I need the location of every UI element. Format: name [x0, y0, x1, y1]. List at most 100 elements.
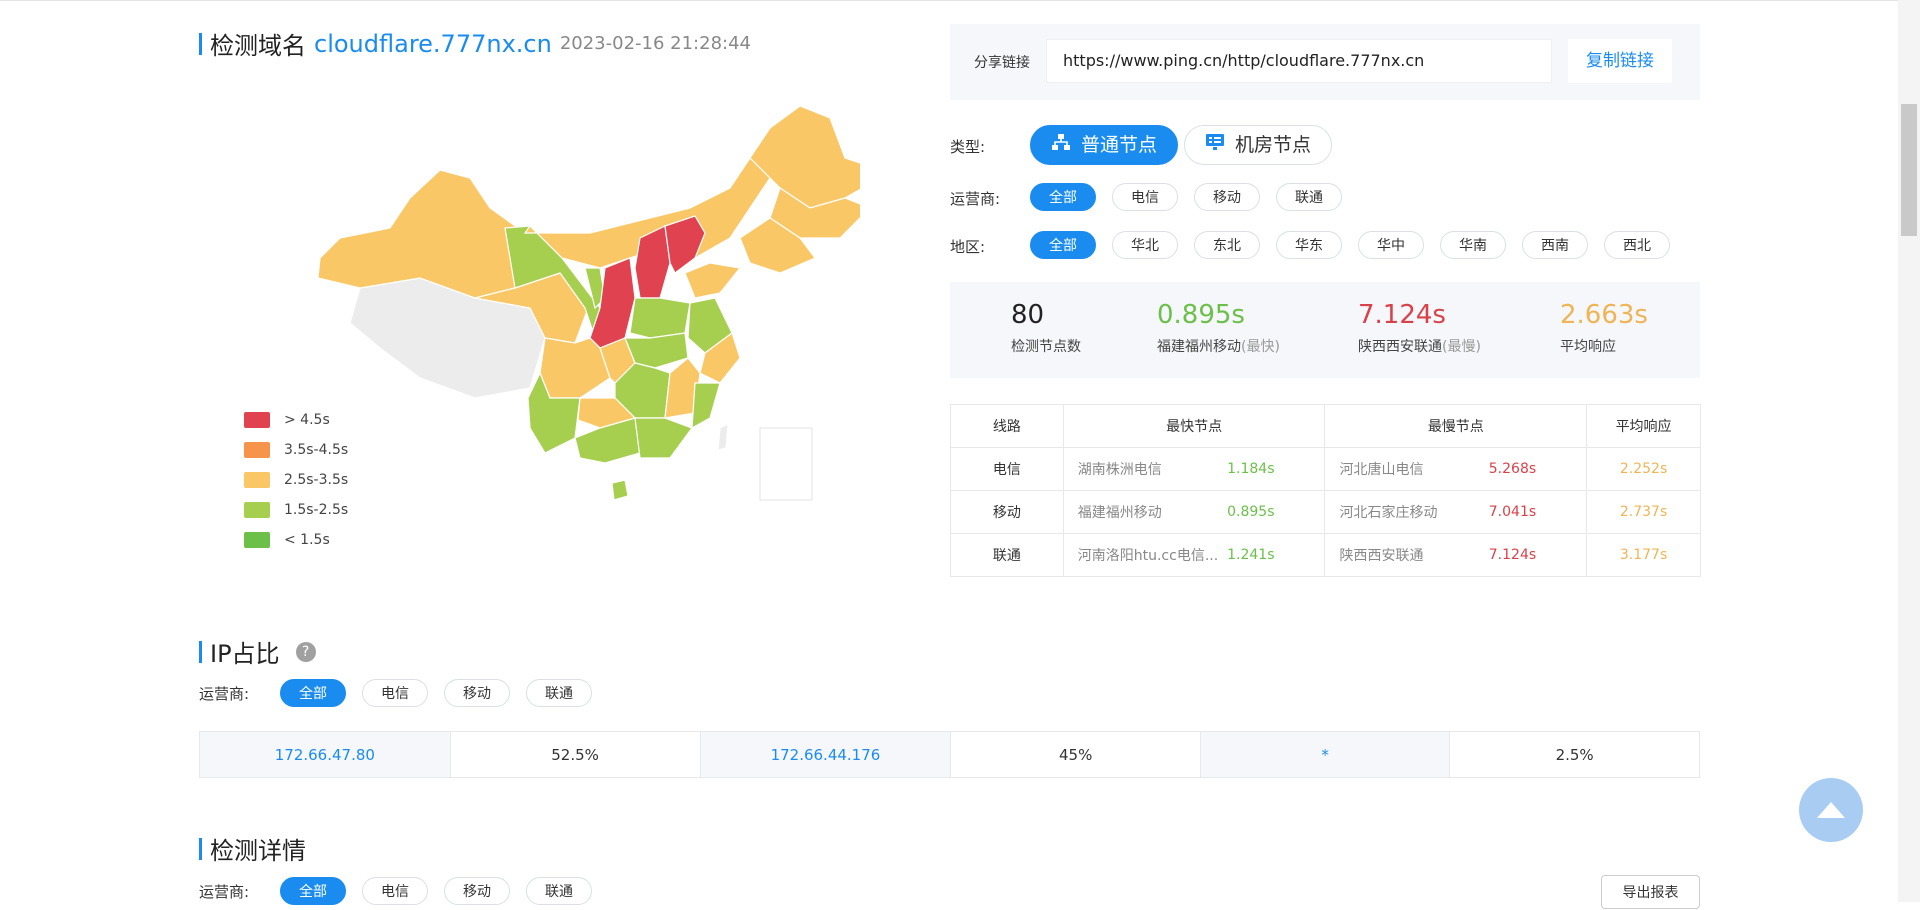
- isp-filter-unicom[interactable]: 联通: [1276, 183, 1342, 211]
- row-line: 电信: [950, 447, 1064, 491]
- detail-isp-filter-telecom[interactable]: 电信: [362, 877, 428, 905]
- ip-address-cell[interactable]: 172.66.47.80: [199, 731, 451, 778]
- top-divider: [0, 0, 1920, 1]
- region-filter-north[interactable]: 华北: [1112, 231, 1178, 259]
- col-header-average: 平均响应: [1586, 404, 1701, 448]
- isp-filter-telecom[interactable]: 电信: [1112, 183, 1178, 211]
- table-row: 电信 湖南株洲电信 1.184s 河北唐山电信 5.268s 2.252s: [950, 447, 1701, 491]
- ip-address-cell[interactable]: *: [1199, 731, 1451, 778]
- domain-name: cloudflare.777nx.cn: [314, 29, 552, 58]
- legend-item-lt1_5: < 1.5s: [244, 525, 348, 555]
- section-accent-bar: [199, 640, 202, 663]
- map-region-hebei: [664, 215, 706, 274]
- legend-label: 1.5s-2.5s: [284, 502, 349, 518]
- section-accent-bar: [199, 837, 202, 860]
- map-region-henan: [629, 297, 691, 339]
- stat-node-count: 80 检测节点数: [1011, 300, 1081, 356]
- ip-isp-filter-unicom[interactable]: 联通: [526, 679, 592, 707]
- type-normal-node-button[interactable]: 普通节点: [1030, 125, 1179, 165]
- slowest-node-label: 陕西西安联通: [1358, 339, 1442, 355]
- fastest-node-time: 1.241s: [1227, 547, 1275, 563]
- slowest-node-name: 河北唐山电信: [1339, 462, 1424, 478]
- map-region-guangdong: [634, 417, 693, 459]
- fastest-tag: (最快): [1241, 339, 1280, 355]
- back-to-top-button[interactable]: [1799, 778, 1863, 842]
- fastest-node-name: 河南洛阳htu.cc电信...: [1077, 548, 1219, 564]
- ip-isp-filter-telecom[interactable]: 电信: [362, 679, 428, 707]
- help-icon[interactable]: ?: [295, 641, 316, 662]
- region-filter-south[interactable]: 华南: [1440, 231, 1506, 259]
- share-label: 分享链接: [974, 55, 1030, 71]
- ip-share-table: 172.66.47.80 52.5% 172.66.44.176 45% * 2…: [199, 731, 1700, 778]
- slowest-tag: (最慢): [1442, 339, 1481, 355]
- fastest-value: 0.895s: [1157, 300, 1245, 330]
- hierarchy-icon: [1051, 125, 1071, 165]
- region-filter-southwest[interactable]: 西南: [1522, 231, 1588, 259]
- legend-item-3_5-4_5: 3.5s-4.5s: [244, 435, 348, 465]
- isp-filter-mobile[interactable]: 移动: [1194, 183, 1260, 211]
- row-line: 移动: [950, 490, 1064, 534]
- detail-section-heading: 检测详情: [210, 837, 306, 865]
- legend-label: > 4.5s: [284, 412, 330, 428]
- row-average: 2.737s: [1586, 490, 1701, 534]
- region-filter-northeast[interactable]: 东北: [1194, 231, 1260, 259]
- ip-isp-filter-all[interactable]: 全部: [280, 679, 346, 707]
- region-filter-all[interactable]: 全部: [1030, 231, 1096, 259]
- ip-section-title: IP占比 ?: [199, 634, 316, 669]
- table-row: 联通 河南洛阳htu.cc电信... 1.241s 陕西西安联通 7.124s 3.…: [950, 533, 1701, 577]
- table-header-row: 线路 最快节点 最慢节点 平均响应: [950, 404, 1701, 448]
- col-header-fastest: 最快节点: [1062, 404, 1326, 448]
- fastest-node-name: 福建福州移动: [1077, 505, 1162, 521]
- region-filter-east[interactable]: 华东: [1276, 231, 1342, 259]
- detail-isp-label: 运营商:: [199, 883, 250, 901]
- ip-isp-filter-mobile[interactable]: 移动: [444, 679, 510, 707]
- region-filter-northwest[interactable]: 西北: [1604, 231, 1670, 259]
- monitor-icon: [1205, 125, 1225, 165]
- legend-swatch: [244, 412, 270, 428]
- map-region-fujian: [691, 382, 721, 430]
- detail-isp-filter-mobile[interactable]: 移动: [444, 877, 510, 905]
- map-legend: > 4.5s 3.5s-4.5s 2.5s-3.5s 1.5s-2.5s < 1…: [244, 405, 348, 555]
- ip-address-cell[interactable]: 172.66.44.176: [699, 731, 952, 778]
- fastest-node-label: 福建福州移动: [1157, 339, 1241, 355]
- map-region-taiwan: [717, 422, 729, 451]
- stat-slowest: 7.124s 陕西西安联通(最慢): [1358, 300, 1481, 356]
- slowest-value: 7.124s: [1358, 300, 1446, 330]
- page-title: 检测域名 cloudflare.777nx.cn 2023-02-16 21:2…: [199, 26, 751, 61]
- type-normal-label: 普通节点: [1081, 134, 1158, 156]
- isp-filter-all[interactable]: 全部: [1030, 183, 1096, 211]
- title-prefix: 检测域名: [210, 32, 306, 60]
- line-speed-table: 线路 最快节点 最慢节点 平均响应 电信 湖南株洲电信 1.184s 河北唐山电信…: [950, 404, 1701, 577]
- type-datacenter-node-button[interactable]: 机房节点: [1184, 125, 1333, 165]
- detail-isp-filter-all[interactable]: 全部: [280, 877, 346, 905]
- share-url-field[interactable]: https://www.ping.cn/http/cloudflare.777n…: [1046, 39, 1552, 83]
- type-datacenter-label: 机房节点: [1235, 134, 1312, 156]
- row-average: 2.252s: [1586, 447, 1701, 491]
- map-region-shandong: [684, 262, 742, 299]
- map-region-hainan: [611, 479, 629, 501]
- detail-isp-filter-unicom[interactable]: 联通: [526, 877, 592, 905]
- legend-swatch: [244, 472, 270, 488]
- detail-section-title: 检测详情: [199, 831, 306, 866]
- legend-item-2_5-3_5: 2.5s-3.5s: [244, 465, 348, 495]
- title-accent-bar: [199, 32, 202, 55]
- table-row: 172.66.47.80 52.5% 172.66.44.176 45% * 2…: [199, 731, 1700, 778]
- fastest-node-time: 1.184s: [1227, 461, 1275, 477]
- legend-swatch: [244, 442, 270, 458]
- map-region-xinjiang: [317, 169, 526, 299]
- row-fastest-cell: 河南洛阳htu.cc电信... 1.241s: [1062, 533, 1326, 577]
- col-header-line: 线路: [950, 404, 1064, 448]
- row-average: 3.177s: [1586, 533, 1701, 577]
- region-filter-central[interactable]: 华中: [1358, 231, 1424, 259]
- row-line: 联通: [950, 533, 1064, 577]
- export-report-button[interactable]: 导出报表: [1601, 875, 1700, 909]
- ip-section-heading: IP占比: [210, 640, 280, 668]
- row-slowest-cell: 陕西西安联通 7.124s: [1324, 533, 1588, 577]
- node-count-label: 检测节点数: [1011, 339, 1081, 355]
- stat-average: 2.663s 平均响应: [1560, 300, 1648, 356]
- scrollbar-thumb[interactable]: [1901, 104, 1917, 236]
- region-label: 地区:: [950, 238, 986, 256]
- ip-percent-cell: 52.5%: [449, 731, 701, 778]
- copy-link-button[interactable]: 复制链接: [1568, 39, 1672, 83]
- legend-label: < 1.5s: [284, 532, 330, 548]
